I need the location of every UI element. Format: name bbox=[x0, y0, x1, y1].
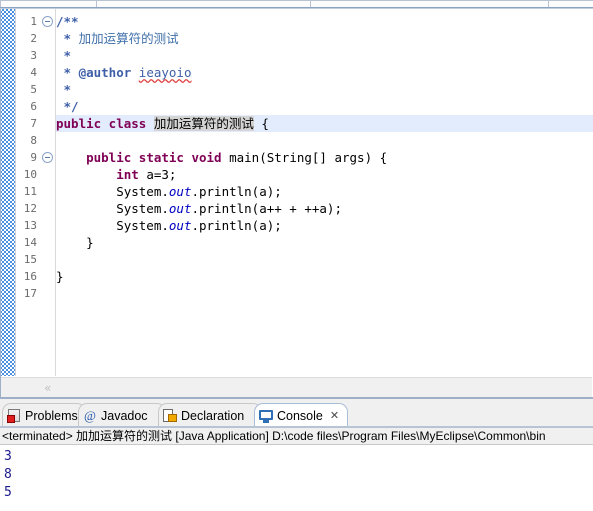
tab-javadoc[interactable]: @ Javadoc bbox=[78, 403, 166, 427]
code-token: out bbox=[168, 218, 192, 233]
line-number: 13 bbox=[23, 219, 37, 232]
console-output[interactable]: 3 8 5 bbox=[0, 446, 593, 511]
tab-declaration[interactable]: Declaration bbox=[158, 403, 262, 427]
code-token: System. bbox=[56, 201, 169, 216]
line-number: 15 bbox=[23, 253, 37, 266]
code-token: int bbox=[116, 167, 139, 182]
code-token: public class bbox=[56, 116, 154, 131]
code-line[interactable]: int a=3; bbox=[56, 166, 176, 183]
line-number: 9 bbox=[30, 151, 37, 164]
console-output-line: 8 bbox=[4, 467, 12, 482]
code-folding-column[interactable] bbox=[41, 9, 56, 376]
code-token: System. bbox=[56, 218, 169, 233]
code-line[interactable]: * bbox=[56, 47, 72, 64]
console-view[interactable]: <terminated> 加加运算符的测试 [Java Application]… bbox=[0, 427, 593, 511]
code-token: } bbox=[56, 235, 94, 250]
code-line[interactable]: } bbox=[56, 268, 64, 285]
declaration-icon bbox=[163, 408, 177, 423]
code-line[interactable]: } bbox=[56, 234, 94, 251]
editor-tab-strip bbox=[0, 0, 593, 8]
code-token: /** bbox=[56, 14, 79, 29]
code-token: main(String[] args) { bbox=[229, 150, 388, 165]
line-number: 10 bbox=[23, 168, 37, 181]
code-token: a=3; bbox=[138, 167, 177, 182]
code-line[interactable]: System.out.println(a++ + ++a); bbox=[56, 200, 342, 217]
line-number: 14 bbox=[23, 236, 37, 249]
code-line[interactable]: */ bbox=[56, 98, 79, 115]
code-line[interactable]: public static void main(String[] args) { bbox=[56, 149, 387, 166]
code-token: */ bbox=[56, 99, 79, 114]
line-number: 7 bbox=[30, 117, 37, 130]
code-token: System. bbox=[56, 184, 169, 199]
line-number: 6 bbox=[30, 100, 37, 113]
code-token: 加加运算符的测试 bbox=[153, 116, 254, 131]
bottom-view-stack: Problems @ Javadoc Declaration Console ✕ <ter… bbox=[0, 401, 593, 511]
code-line[interactable]: public class 加加运算符的测试 { bbox=[56, 115, 269, 132]
tab-label: Problems bbox=[25, 408, 78, 423]
tab-console[interactable]: Console ✕ bbox=[254, 403, 348, 427]
line-number: 1 bbox=[30, 15, 37, 28]
console-output-line: 3 bbox=[4, 449, 12, 464]
line-number-gutter: 1 2 3 4 5 6 7 8 9 10 11 12 13 14 15 16 17 bbox=[16, 9, 41, 376]
code-line[interactable]: * bbox=[56, 81, 72, 98]
code-token: { bbox=[253, 116, 269, 131]
line-number: 4 bbox=[30, 66, 37, 79]
code-token: ieayoio bbox=[138, 65, 192, 80]
tab-label: Console bbox=[277, 408, 323, 423]
console-output-line: 5 bbox=[4, 485, 12, 500]
editor-horizontal-scrollbar[interactable]: « bbox=[1, 377, 592, 398]
tab-problems[interactable]: Problems bbox=[2, 403, 86, 427]
code-token: .println(a); bbox=[191, 218, 282, 233]
console-icon bbox=[259, 409, 273, 423]
line-number: 8 bbox=[30, 134, 37, 147]
close-icon[interactable]: ✕ bbox=[330, 409, 339, 422]
code-line[interactable]: /** bbox=[56, 13, 79, 30]
problems-icon bbox=[7, 408, 21, 423]
line-number: 17 bbox=[23, 287, 37, 300]
line-number: 11 bbox=[23, 185, 37, 198]
line-number: 2 bbox=[30, 32, 37, 45]
code-line[interactable]: System.out.println(a); bbox=[56, 217, 282, 234]
tab-label: Javadoc bbox=[101, 408, 148, 423]
code-text-area[interactable]: /** * 加加运算符的测试 * * @author ieayoio * */p… bbox=[56, 9, 593, 376]
code-token: out bbox=[168, 184, 192, 199]
code-token: * bbox=[56, 82, 72, 97]
view-tab-bar: Problems @ Javadoc Declaration Console ✕ bbox=[0, 401, 593, 427]
java-source-editor[interactable]: 1 2 3 4 5 6 7 8 9 10 11 12 13 14 15 16 17 /** * 加加运算符的测试… bbox=[0, 8, 593, 399]
fold-collapse-icon[interactable] bbox=[42, 152, 53, 163]
code-token: @author bbox=[78, 65, 132, 80]
code-line[interactable]: * @author ieayoio bbox=[56, 64, 192, 81]
javadoc-icon: @ bbox=[84, 407, 96, 423]
code-line[interactable]: * 加加运算符的测试 bbox=[56, 30, 179, 47]
code-token: .println(a); bbox=[191, 184, 282, 199]
line-number: 5 bbox=[30, 83, 37, 96]
scroll-left-marker[interactable]: « bbox=[44, 381, 51, 395]
code-token: * bbox=[56, 31, 79, 46]
code-token: .println(a++ + ++a); bbox=[191, 201, 342, 216]
code-token: * bbox=[56, 65, 79, 80]
code-token: public static void bbox=[86, 150, 230, 165]
line-number: 16 bbox=[23, 270, 37, 283]
tab-label: Declaration bbox=[181, 408, 245, 423]
code-token: out bbox=[168, 201, 192, 216]
myeclipse-window: 1 2 3 4 5 6 7 8 9 10 11 12 13 14 15 16 17 /** * 加加运算符的测试… bbox=[0, 0, 593, 511]
console-status-line: <terminated> 加加运算符的测试 [Java Application]… bbox=[0, 428, 593, 445]
code-line[interactable]: System.out.println(a); bbox=[56, 183, 282, 200]
fold-collapse-icon[interactable] bbox=[42, 16, 53, 27]
line-number: 3 bbox=[30, 49, 37, 62]
editor-bottom-border bbox=[0, 397, 593, 399]
line-number: 12 bbox=[23, 202, 37, 215]
code-token: } bbox=[56, 269, 64, 284]
code-token: * bbox=[56, 48, 72, 63]
code-token: 加加运算符的测试 bbox=[78, 31, 179, 46]
